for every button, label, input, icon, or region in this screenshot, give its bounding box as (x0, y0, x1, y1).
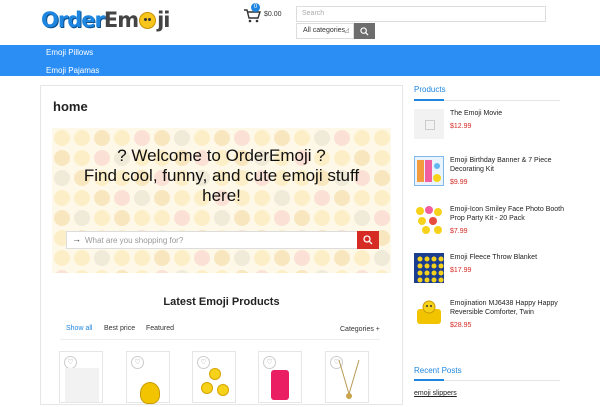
product-image (199, 366, 231, 400)
search-input[interactable]: Search (296, 6, 546, 22)
sidebar-product[interactable]: Emoji Birthday Banner & 7 Piece Decorati… (414, 156, 564, 196)
product-image (271, 370, 289, 400)
hero-search-input[interactable]: → What are you shopping for? (66, 231, 379, 249)
chevron-down-icon: ◿ (344, 28, 349, 34)
product-image (414, 156, 444, 186)
logo-text-emoji: Em ji (103, 8, 171, 32)
filter-best-price[interactable]: Best price (104, 325, 135, 332)
divider (414, 99, 560, 101)
product-image (65, 368, 99, 402)
search-button[interactable] (354, 23, 375, 39)
product-card[interactable]: ♡ (59, 351, 103, 403)
site-logo[interactable]: Order Em ji (41, 7, 171, 33)
product-image (414, 253, 444, 283)
product-card[interactable]: ♡ (258, 351, 302, 403)
sidebar-product[interactable]: Emojination MJ6438 Happy Happy Reversibl… (414, 299, 564, 339)
product-card[interactable]: ♡ (325, 351, 369, 403)
heart-icon[interactable]: ♡ (131, 356, 144, 369)
site-header: Order Em ji 0 $0.00 Search All categorie… (0, 0, 600, 45)
hero-banner: ? Welcome to OrderEmoji ? Find cool, fun… (52, 128, 391, 273)
nav-item-emoji-pajamas[interactable]: Emoji Pajamas (46, 66, 99, 75)
recent-post-link[interactable]: emoji slippers (414, 390, 457, 397)
sidebar-products-title: Products (414, 85, 446, 94)
filter-featured[interactable]: Featured (146, 325, 174, 332)
divider (414, 379, 560, 381)
product-card[interactable]: ♡ (192, 351, 236, 403)
heart-icon[interactable]: ♡ (263, 356, 276, 369)
product-image (140, 382, 160, 404)
sidebar-recent-posts-title: Recent Posts (414, 366, 462, 375)
hero-search-button[interactable] (357, 231, 379, 249)
filter-show-all[interactable]: Show all (66, 325, 92, 332)
product-image (414, 299, 444, 329)
logo-emoji-face-icon (139, 11, 157, 29)
search-icon (363, 235, 373, 245)
logo-text-order: Order (41, 8, 105, 32)
nav-item-emoji-pillows[interactable]: Emoji Pillows (46, 48, 93, 57)
product-image (336, 359, 362, 402)
category-select[interactable]: All categories ◿ (296, 23, 354, 39)
latest-products-title: Latest Emoji Products (163, 296, 280, 308)
cart-total[interactable]: $0.00 (264, 11, 282, 18)
product-card[interactable]: ♡ (126, 351, 170, 404)
hero-headline: ? Welcome to OrderEmoji ? Find cool, fun… (83, 146, 360, 205)
image-placeholder-icon (414, 109, 444, 139)
sidebar-product[interactable]: Emoji-Icon Smiley Face Photo Booth Prop … (414, 205, 564, 245)
product-image (414, 205, 444, 235)
arrow-right-icon: → (72, 234, 81, 244)
page-title: home (53, 99, 88, 114)
sidebar-product[interactable]: The Emoji Movie $12.99 (414, 109, 564, 149)
divider (60, 339, 380, 340)
search-icon (360, 26, 369, 36)
categories-dropdown[interactable]: Categories + (340, 326, 380, 333)
sidebar-product[interactable]: Emoji Fleece Throw Blanket $17.99 (414, 253, 564, 293)
cart-count-badge: 0 (251, 3, 260, 12)
